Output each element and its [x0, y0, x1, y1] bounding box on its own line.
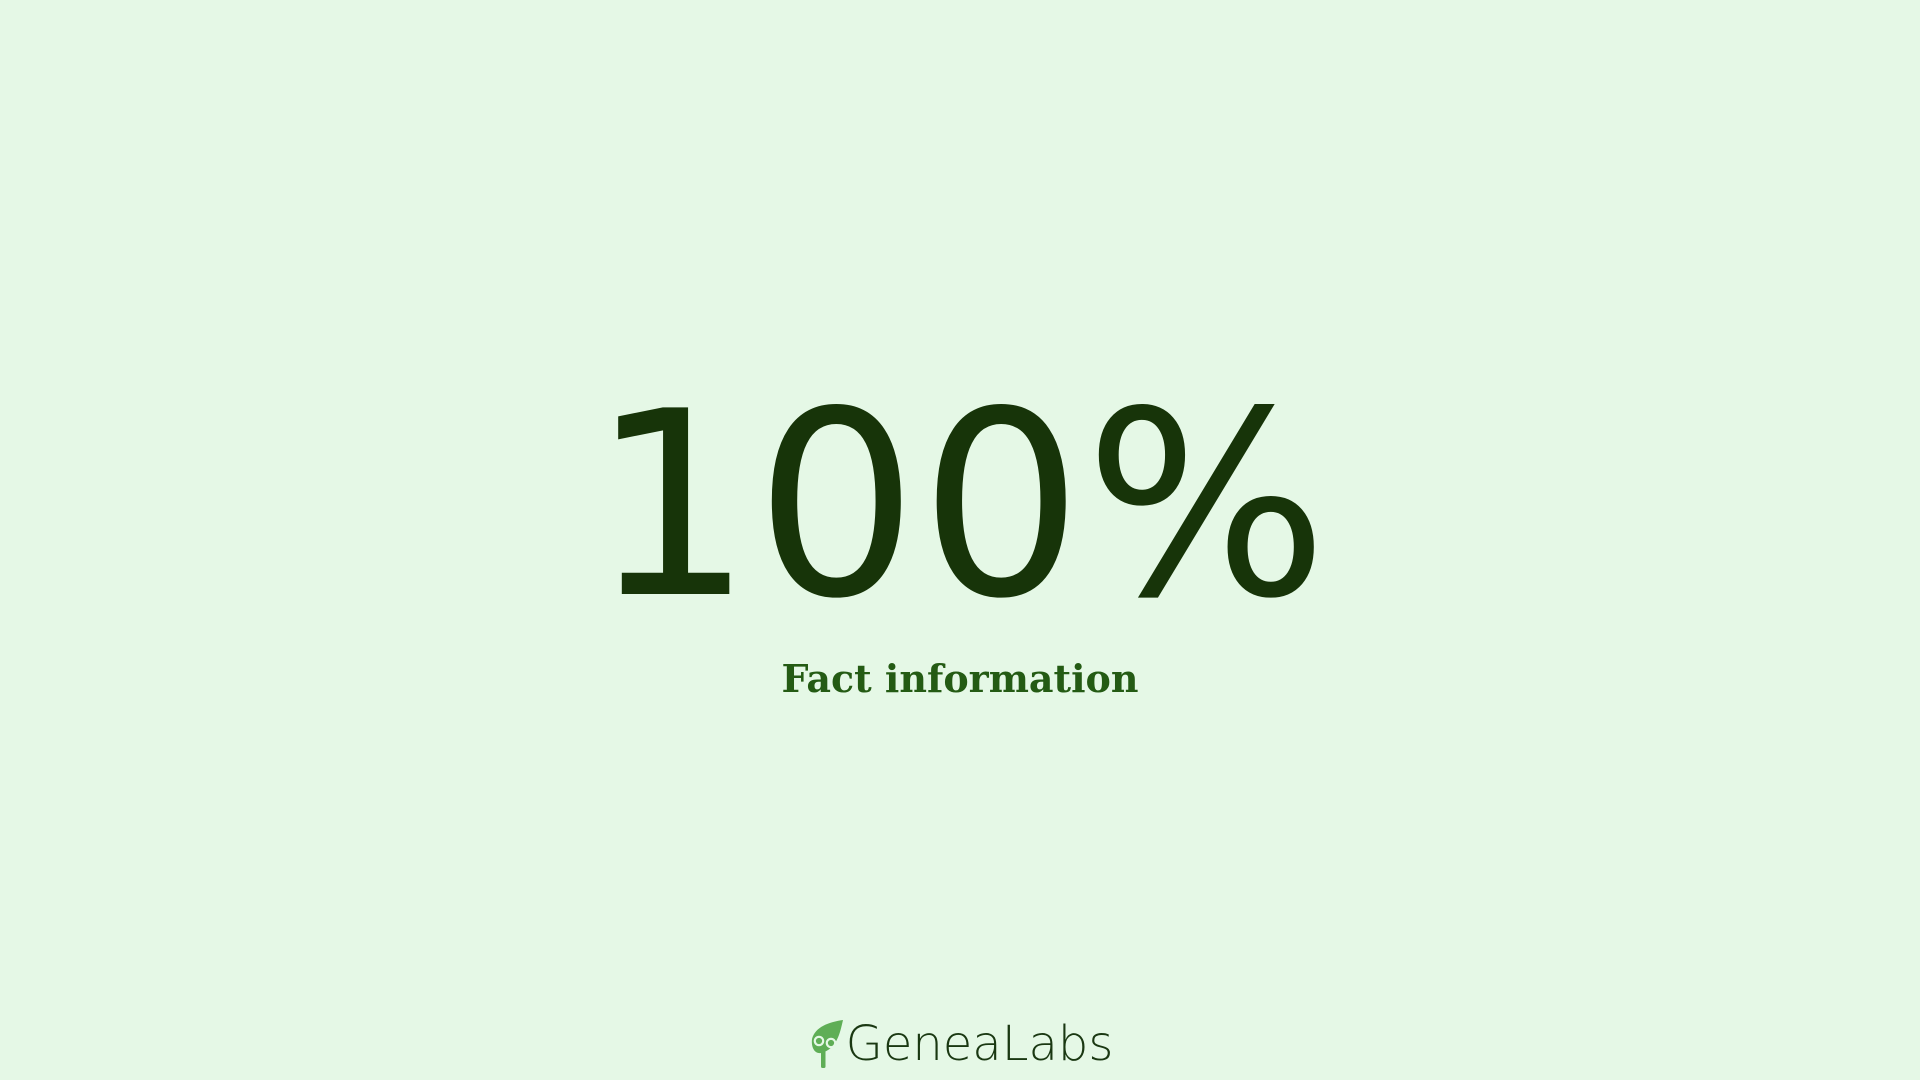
slide: { "slide": { "value": "100%", "caption":…: [0, 0, 1920, 1080]
brand-name: GeneaLabs: [845, 1016, 1114, 1072]
stat-value: 100%: [590, 357, 1330, 655]
stat-caption: Fact information: [781, 656, 1139, 701]
brand-logo: GeneaLabs: [0, 1016, 1920, 1072]
leaf-tree-icon: [811, 1020, 843, 1068]
